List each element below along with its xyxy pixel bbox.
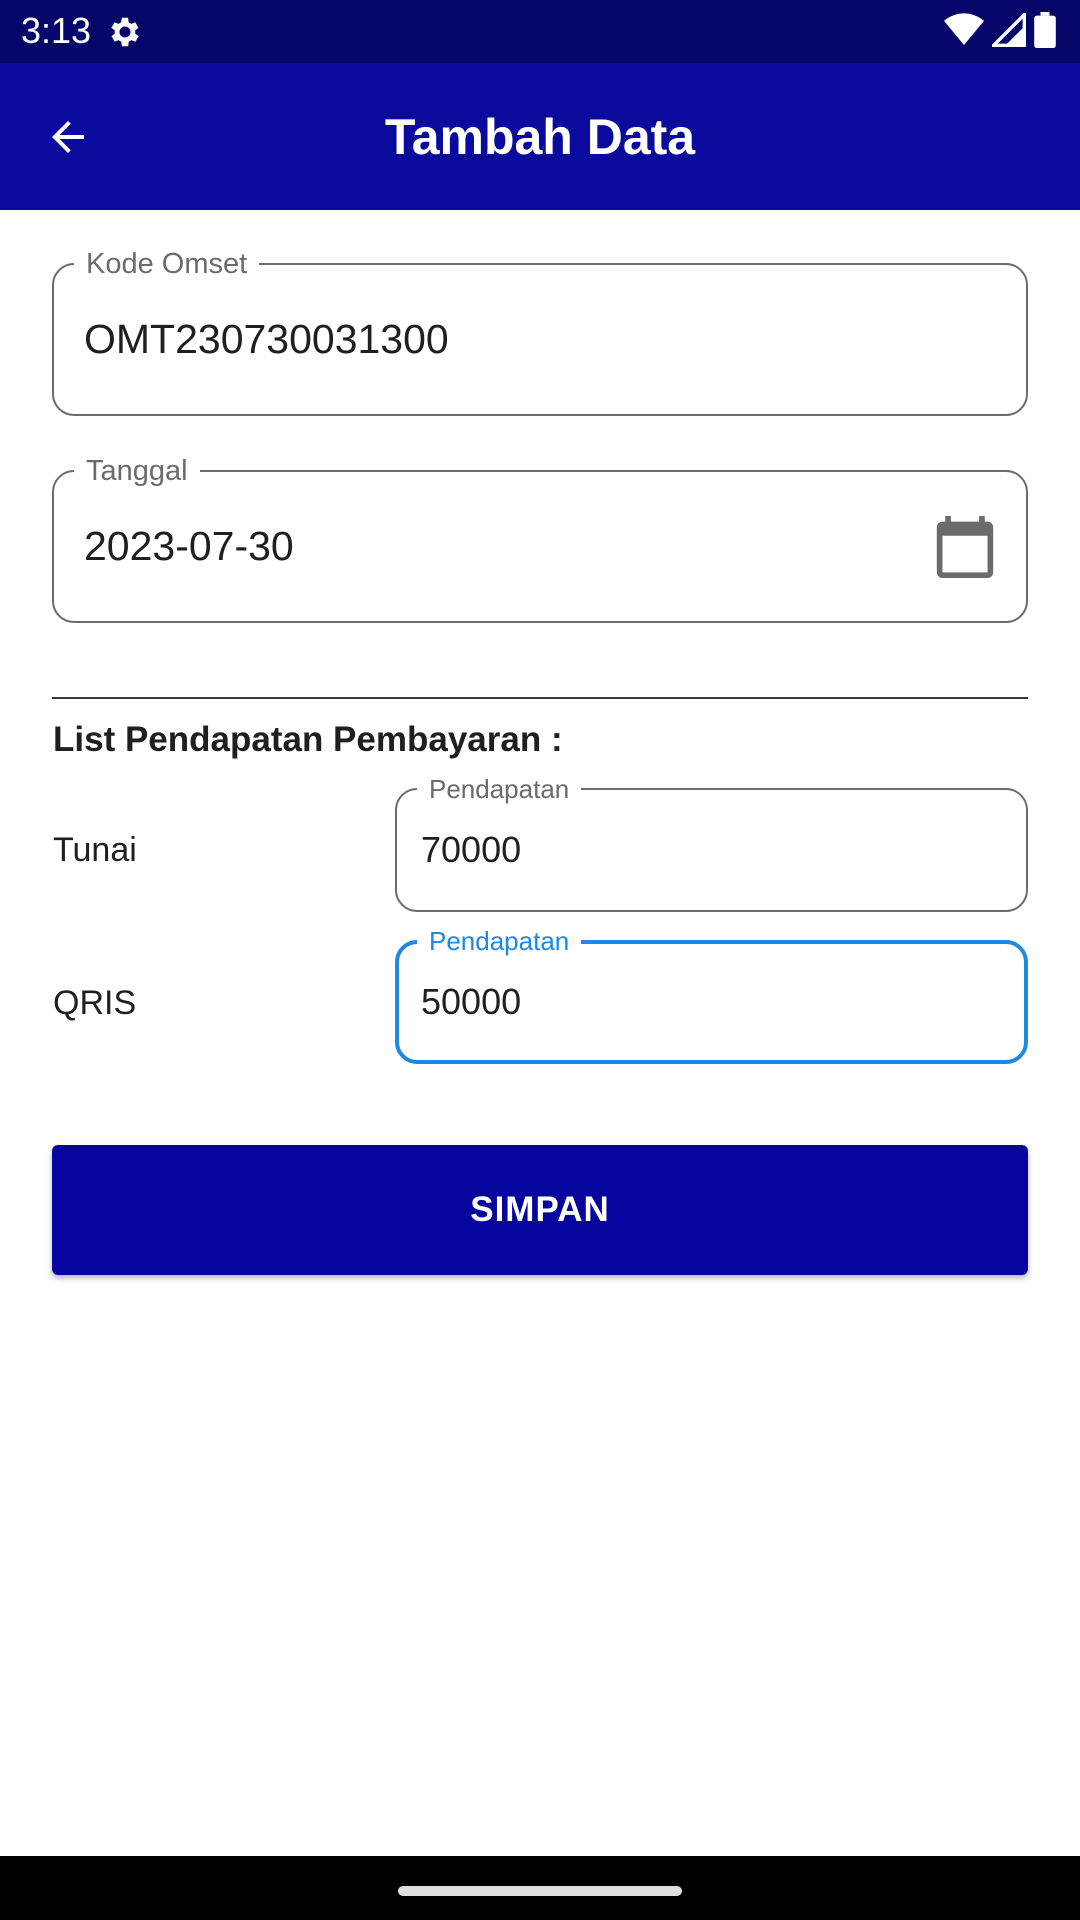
divider xyxy=(52,697,1028,699)
status-time: 3:13 xyxy=(21,10,92,51)
pendapatan-tunai-label: Pendapatan xyxy=(417,772,582,806)
calendar-icon[interactable] xyxy=(936,516,994,578)
pendapatan-tunai-value: 70000 xyxy=(421,829,522,870)
kode-omset-label: Kode Omset xyxy=(74,247,260,281)
payment-method-tunai: Tunai xyxy=(53,831,137,869)
kode-omset-value: OMT230730031300 xyxy=(84,316,449,362)
battery-icon xyxy=(1034,12,1056,48)
save-button-label: SIMPAN xyxy=(470,1190,610,1229)
tanggal-field[interactable]: Tanggal 2023-07-30 xyxy=(52,454,1028,623)
kode-omset-field[interactable]: Kode Omset OMT230730031300 xyxy=(52,247,1028,416)
pendapatan-qris-input[interactable]: Pendapatan 50000 xyxy=(395,924,1028,1064)
page-title: Tambah Data xyxy=(384,109,696,165)
pendapatan-qris-label: Pendapatan xyxy=(417,924,582,958)
system-nav-bar xyxy=(0,1856,1080,1920)
payment-method-qris: QRIS xyxy=(53,984,137,1022)
status-bar: 3:13 xyxy=(0,0,1080,63)
section-title: List Pendapatan Pembayaran : xyxy=(53,720,563,759)
home-gesture-handle[interactable] xyxy=(398,1886,682,1896)
wifi-icon xyxy=(944,13,984,46)
cell-signal-icon xyxy=(992,13,1026,47)
app-bar: Tambah Data xyxy=(0,63,1080,210)
tanggal-label: Tanggal xyxy=(74,454,200,488)
pendapatan-qris-value: 50000 xyxy=(421,981,522,1022)
save-button[interactable]: SIMPAN xyxy=(52,1145,1028,1275)
settings-gear-icon xyxy=(111,17,139,47)
tanggal-value: 2023-07-30 xyxy=(84,523,294,569)
pendapatan-tunai-input[interactable]: Pendapatan 70000 xyxy=(395,772,1028,912)
